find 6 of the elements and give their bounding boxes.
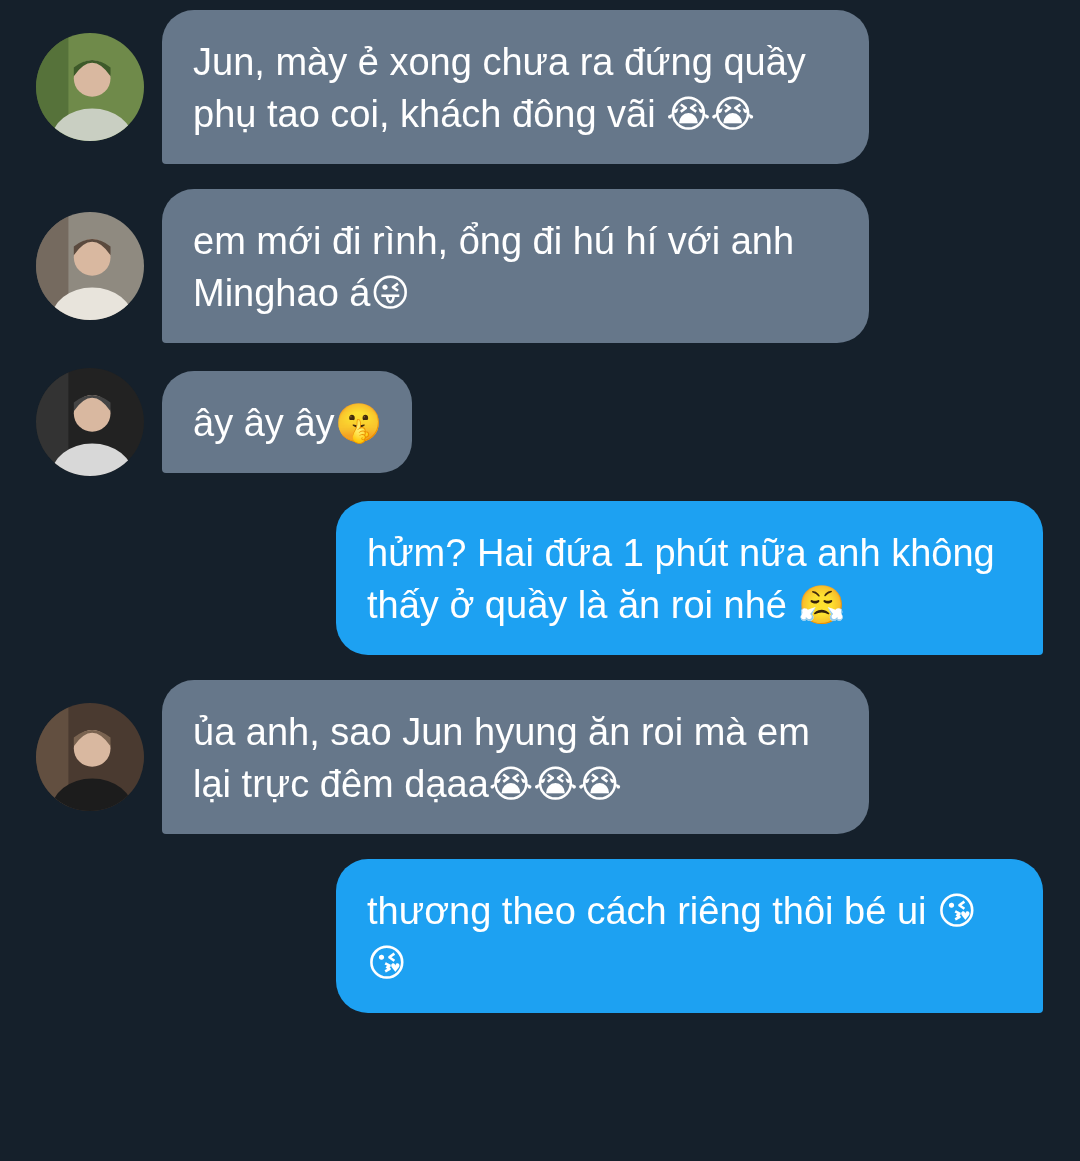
message-bubble: ủa anh, sao Jun hyung ăn roi mà em lại trực đêm dạaa😭😭😭 [162,680,869,834]
message-bubble: Jun, mày ẻ xong chưa ra đứng quầy phụ tao coi, khách đông vãi 😭😭 [162,10,869,164]
message-bubble: em mới đi rình, ổng đi hú hí với anh Minghao á😜 [162,189,869,343]
message-bubble: ây ây ây🤫 [162,371,412,473]
message-bubble: hửm? Hai đứa 1 phút nữa anh không thấy ở quầy là ăn roi nhé 😤 [336,501,1043,655]
message-bubble: thương theo cách riêng thôi bé ui 😘😘 [336,859,1043,1013]
